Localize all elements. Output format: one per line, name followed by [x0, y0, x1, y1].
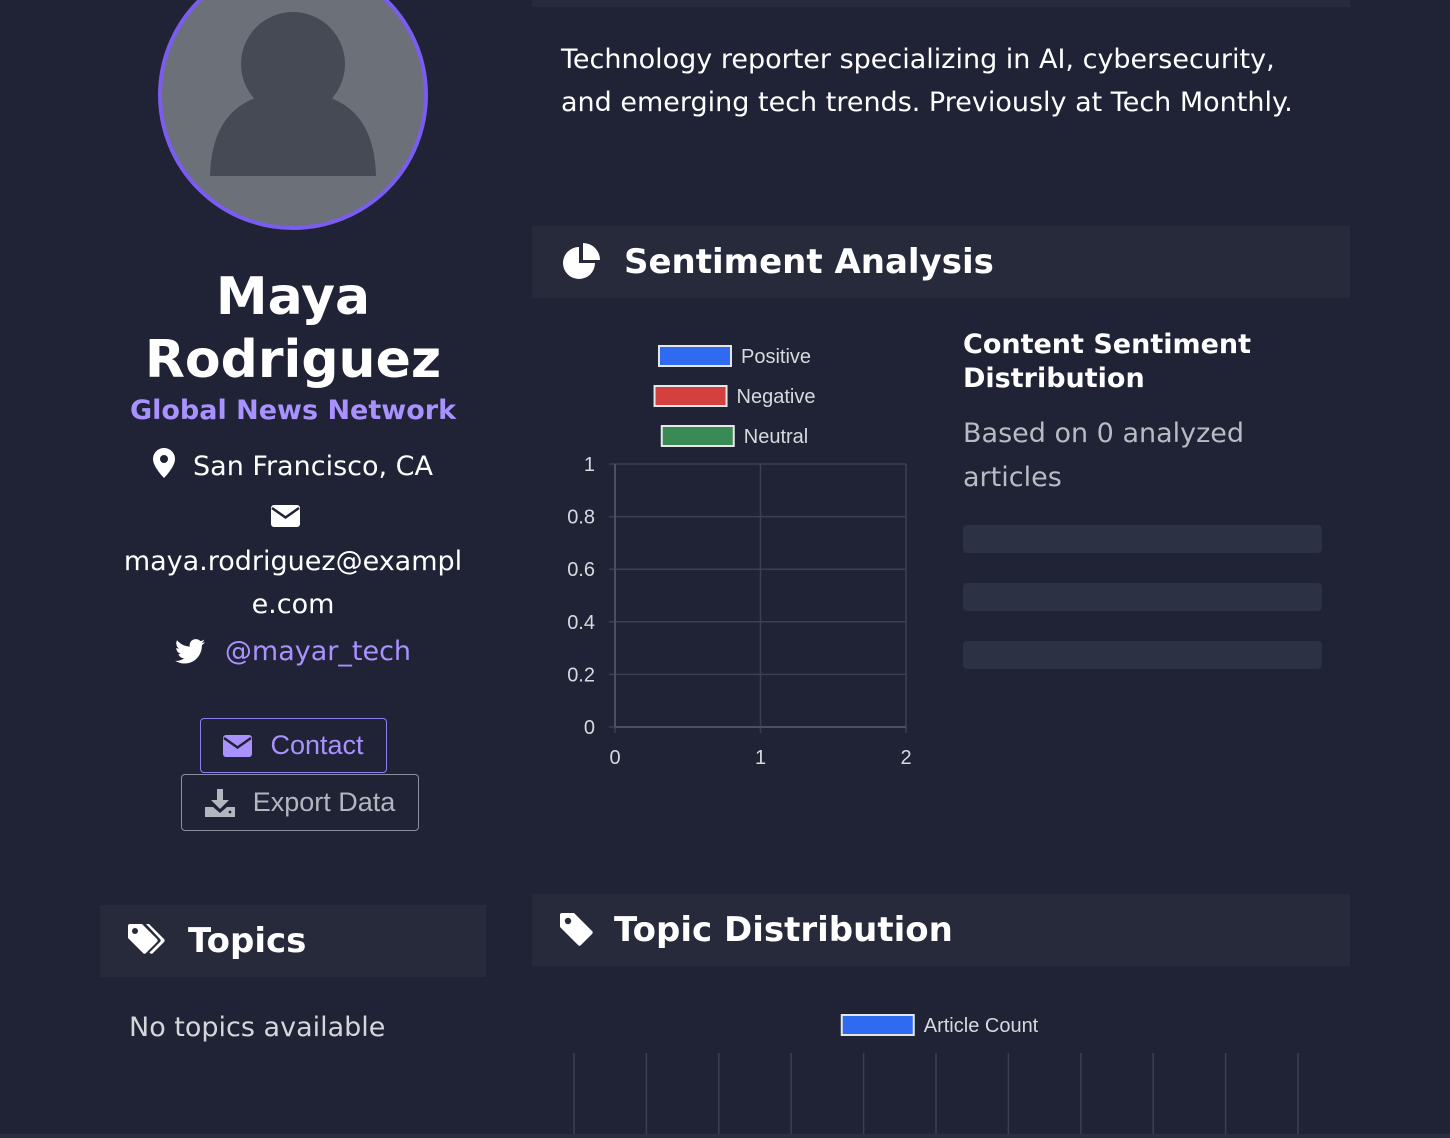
- location-pin-icon: [153, 448, 176, 478]
- topic-distribution-header: Topic Distribution: [532, 894, 1350, 966]
- profile-location: San Francisco, CA: [100, 448, 486, 482]
- tag-icon: [560, 913, 593, 946]
- sentiment-title: Sentiment Analysis: [624, 242, 994, 282]
- envelope-icon: [271, 505, 300, 527]
- bio-card-top: [532, 0, 1350, 7]
- twitter-handle: @mayar_tech: [224, 636, 412, 667]
- topic-distribution-title: Topic Distribution: [614, 910, 953, 950]
- contact-button[interactable]: Contact: [200, 718, 387, 773]
- profile-outlet[interactable]: Global News Network: [100, 395, 486, 426]
- legend-item: Article Count: [840, 1014, 1039, 1037]
- loading-skeleton-bar: [963, 641, 1322, 669]
- location-text: San Francisco, CA: [193, 451, 433, 482]
- export-data-button[interactable]: Export Data: [181, 774, 419, 831]
- topic-distribution-chart: Article Count: [573, 1014, 1299, 1135]
- profile-name: Maya Rodriguez: [144, 267, 442, 390]
- avatar: [158, 0, 428, 230]
- loading-skeleton-bar: [963, 583, 1322, 611]
- y-tick-label: 0.6: [567, 559, 595, 581]
- legend-swatch: [840, 1014, 915, 1036]
- y-tick-label: 0.8: [567, 507, 595, 529]
- y-tick-label: 0.4: [567, 612, 595, 634]
- sentiment-chart: Positive Negative Neutral 0 0.2 0.4 0.6 0.8 1 0 1…: [567, 345, 912, 769]
- loading-skeleton-bar: [963, 525, 1322, 553]
- legend-swatch: [657, 345, 732, 367]
- page-bottom-border: [0, 1134, 1450, 1138]
- y-tick-label: 1: [584, 454, 595, 476]
- legend-label: Neutral: [744, 426, 808, 448]
- legend-swatch: [653, 385, 728, 407]
- x-tick-label: 1: [755, 747, 766, 769]
- y-tick-label: 0.2: [567, 664, 595, 686]
- profile-twitter[interactable]: @mayar_tech: [100, 636, 486, 667]
- sentiment-summary: Content Sentiment Distribution Based on …: [963, 328, 1333, 500]
- legend-label: Positive: [741, 346, 811, 368]
- legend-label: Negative: [737, 386, 816, 408]
- sentiment-card-header: Sentiment Analysis: [532, 226, 1350, 298]
- contact-button-label: Contact: [270, 730, 364, 760]
- legend-label: Article Count: [924, 1015, 1039, 1037]
- y-tick-label: 0: [584, 717, 595, 739]
- legend-swatch: [660, 425, 735, 447]
- legend-item: Neutral: [660, 425, 808, 448]
- envelope-icon: [223, 734, 253, 757]
- user-silhouette-icon: [210, 12, 376, 176]
- download-icon: [204, 788, 235, 817]
- sentiment-summary-subtitle: Based on 0 analyzed articles: [963, 418, 1245, 493]
- twitter-icon: [174, 639, 205, 664]
- pie-chart-icon: [563, 243, 600, 279]
- topics-card-header: Topics: [100, 905, 486, 977]
- sentiment-summary-title: Content Sentiment Distribution: [963, 329, 1252, 394]
- legend-item: Positive: [657, 345, 811, 368]
- topics-title: Topics: [188, 921, 307, 961]
- tags-icon: [128, 924, 165, 954]
- no-topics-message: No topics available: [129, 1012, 386, 1043]
- legend-item: Negative: [653, 385, 816, 408]
- profile-email[interactable]: maya.rodriguez@example.com: [120, 540, 466, 626]
- export-button-label: Export Data: [252, 787, 396, 817]
- bio-text: Technology reporter specializing in AI, …: [561, 44, 1293, 118]
- x-tick-label: 2: [900, 747, 911, 769]
- profile-panel: Maya Rodriguez Global News Network San F…: [100, 0, 486, 880]
- x-tick-label: 0: [609, 747, 620, 769]
